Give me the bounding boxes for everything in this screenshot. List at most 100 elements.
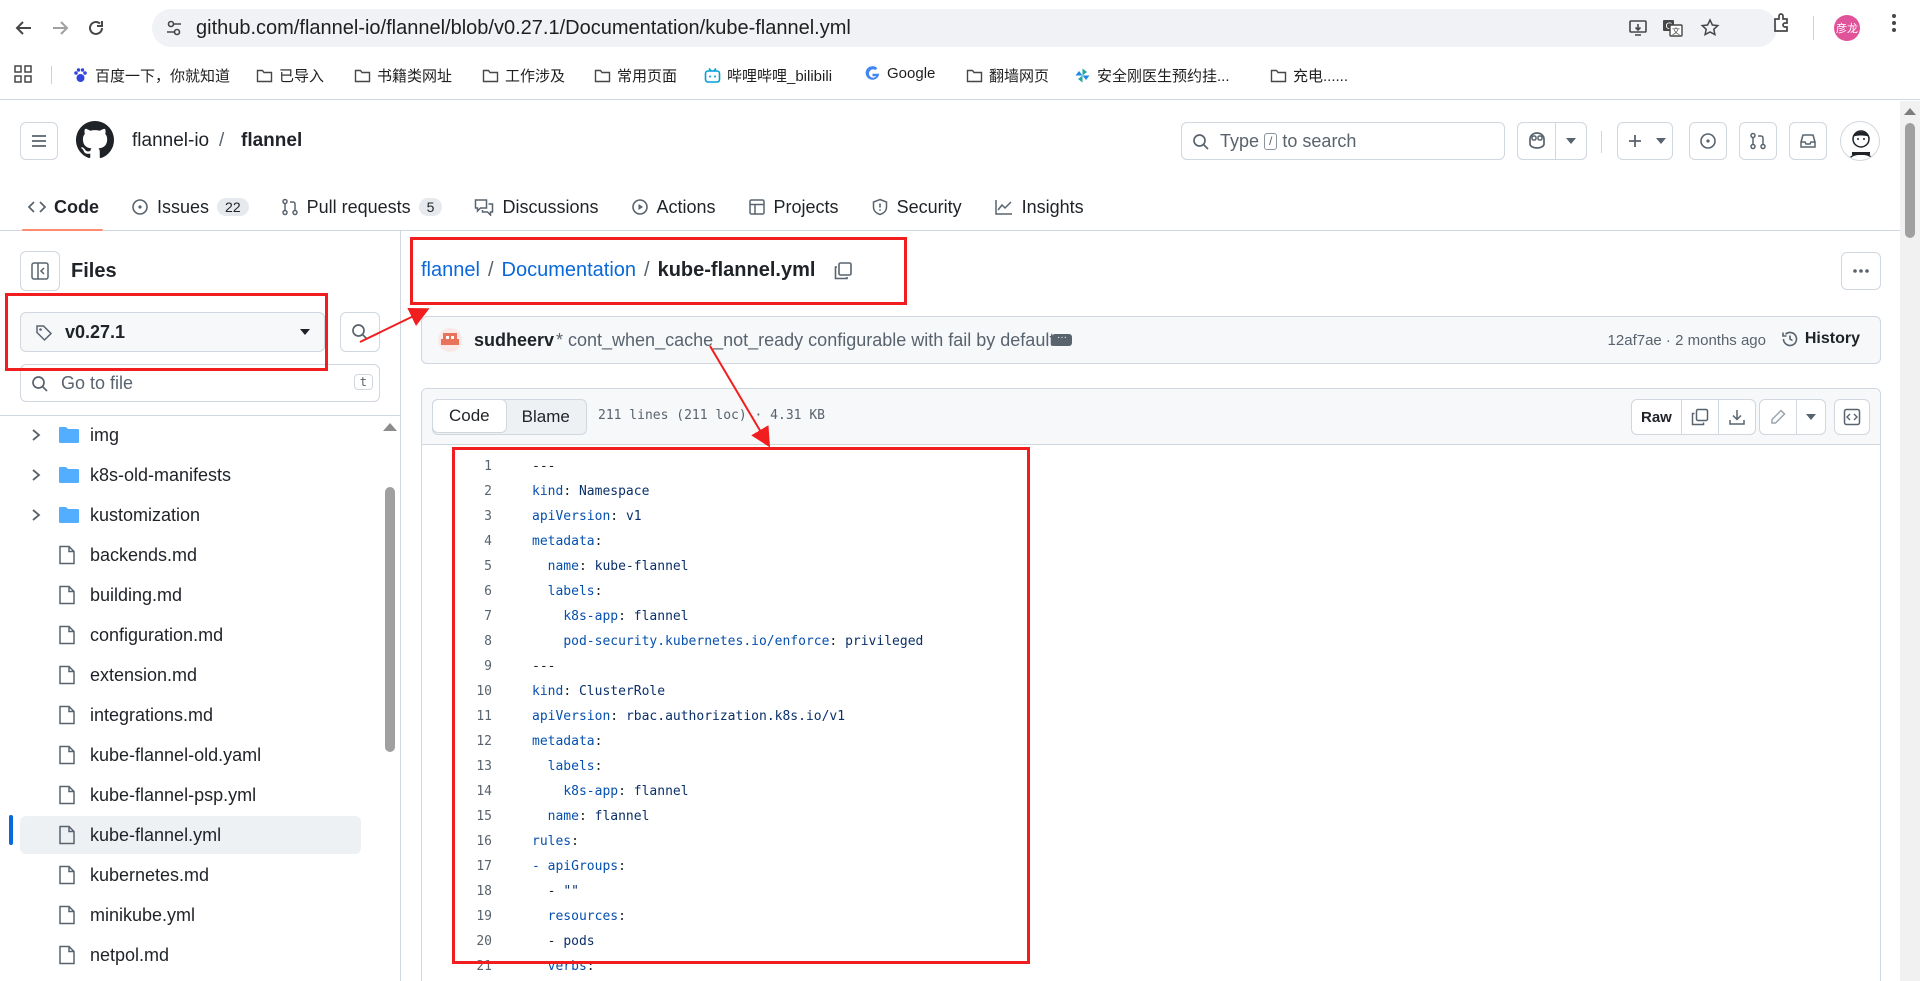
tree-folder-kustomization[interactable]: kustomization [20, 496, 361, 534]
repo-name-link[interactable]: flannel [241, 130, 302, 152]
bookmark-google[interactable]: Google [864, 65, 935, 82]
tree-item-label: kubernetes.md [90, 865, 210, 885]
files-panel-title: Files [71, 260, 117, 282]
folder-icon [59, 427, 79, 443]
repo-tabs: Code Issues 22 Pull requests 5 Discussio… [22, 187, 1116, 231]
file-icon [59, 865, 75, 885]
tab-projects[interactable]: Projects [748, 187, 851, 227]
chevron-down-icon[interactable] [1556, 138, 1586, 144]
file-icon [59, 665, 75, 685]
toolbar-divider [1813, 16, 1814, 40]
bookmark-hospital[interactable]: 安全刚医生预约挂... [1074, 65, 1230, 86]
file-icon [59, 745, 75, 765]
tree-file-kube-flannel[interactable]: kube-flannel.yml [20, 816, 361, 854]
tree-file-backends[interactable]: backends.md [20, 536, 361, 574]
page-scrollbar-thumb[interactable] [1905, 123, 1915, 238]
bookmark-folder-charge[interactable]: 充电...... [1270, 65, 1348, 86]
tree-item-label: netpol.md [90, 945, 170, 965]
tree-item-label: k8s-old-manifests [90, 465, 232, 485]
copy-raw-icon[interactable] [1682, 400, 1719, 434]
code-view-tab[interactable]: Code [432, 399, 507, 433]
tree-file-configuration[interactable]: configuration.md [20, 616, 361, 654]
commit-author-avatar[interactable] [438, 328, 462, 352]
folder-icon [59, 467, 79, 483]
tree-search-icon[interactable] [340, 312, 380, 352]
scroll-up-arrow[interactable] [1904, 108, 1916, 115]
raw-button[interactable]: Raw [1632, 400, 1682, 434]
translate-icon[interactable]: G文 [1662, 18, 1684, 38]
bookmark-folder-common[interactable]: 常用页面 [594, 65, 677, 86]
commit-message-link[interactable]: * cont_when_cache_not_ready configurable… [556, 330, 1054, 351]
tree-file-extension[interactable]: extension.md [20, 656, 361, 694]
pencil-edit-icon[interactable] [1760, 400, 1797, 434]
reload-icon[interactable] [80, 12, 112, 44]
more-options-icon[interactable] [1841, 252, 1881, 290]
tree-folder-img[interactable]: img [20, 416, 361, 454]
file-icon [59, 545, 75, 565]
folder-icon [594, 69, 611, 83]
tab-discussions[interactable]: Discussions [474, 187, 610, 227]
pull-requests-shortcut-icon[interactable] [1739, 122, 1777, 160]
copilot-button-group[interactable] [1517, 122, 1587, 160]
tab-code[interactable]: Code [22, 187, 111, 231]
active-file-indicator [9, 815, 13, 845]
install-app-icon[interactable] [1628, 18, 1648, 38]
tree-file-kube-flannel-old[interactable]: kube-flannel-old.yaml [20, 736, 361, 774]
tree-file-netpol[interactable]: netpol.md [20, 936, 361, 974]
browser-menu-icon[interactable] [1884, 12, 1904, 34]
copilot-icon[interactable] [1518, 131, 1555, 151]
github-search-input[interactable]: Type / to search [1181, 122, 1505, 160]
commit-author-link[interactable]: sudheerv [474, 330, 554, 351]
tree-file-building[interactable]: building.md [20, 576, 361, 614]
tab-pull-requests[interactable]: Pull requests 5 [281, 187, 455, 227]
hamburger-menu-icon[interactable] [20, 122, 58, 160]
tab-actions[interactable]: Actions [631, 187, 728, 227]
sidebar-collapse-icon[interactable] [20, 251, 60, 291]
bookmark-star-icon[interactable] [1700, 18, 1720, 38]
tab-issues[interactable]: Issues 22 [131, 187, 261, 227]
github-logo-icon[interactable] [76, 121, 114, 159]
bookmark-folder-proxy[interactable]: 翻墙网页 [966, 65, 1049, 86]
blame-view-tab[interactable]: Blame [506, 400, 586, 434]
tree-file-minikube[interactable]: minikube.yml [20, 896, 361, 934]
github-header: flannel-io / flannel Type / to search Co… [0, 101, 1900, 231]
tree-item-label: kube-flannel-old.yaml [90, 745, 262, 765]
tree-file-kube-flannel-psp[interactable]: kube-flannel-psp.yml [20, 776, 361, 814]
site-settings-icon[interactable] [164, 18, 184, 38]
tree-folder-k8s-old-manifests[interactable]: k8s-old-manifests [20, 456, 361, 494]
history-button[interactable]: History [1781, 330, 1860, 348]
create-new-button[interactable] [1617, 122, 1673, 160]
tab-security[interactable]: Security [871, 187, 974, 227]
tree-scroll-up-arrow[interactable] [383, 423, 397, 431]
tree-file-kubernetes[interactable]: kubernetes.md [20, 856, 361, 894]
profile-avatar[interactable]: 彦龙 [1834, 15, 1860, 41]
repo-owner-link[interactable]: flannel-io [132, 130, 209, 152]
bookmark-folder-imported[interactable]: 已导入 [256, 65, 324, 86]
tree-file-integrations[interactable]: integrations.md [20, 696, 361, 734]
bookmark-folder-work[interactable]: 工作涉及 [482, 65, 565, 86]
symbols-panel-icon[interactable] [1834, 399, 1870, 435]
back-icon[interactable] [8, 12, 40, 44]
forward-icon[interactable] [44, 12, 76, 44]
file-stats: 211 lines (211 loc) · 4.31 KB [598, 408, 825, 423]
bookmark-baidu[interactable]: 百度一下，你就知道 [72, 65, 230, 86]
commit-sha-time[interactable]: 12af7ae · 2 months ago [1608, 332, 1766, 349]
plus-icon [1618, 133, 1652, 149]
issues-shortcut-icon[interactable] [1689, 122, 1727, 160]
expand-commit-message-icon[interactable]: ··· [1052, 333, 1072, 346]
address-bar[interactable]: github.com/flannel-io/flannel/blob/v0.27… [152, 9, 1777, 47]
edit-button-group [1759, 399, 1826, 435]
user-avatar[interactable] [1840, 121, 1880, 161]
chevron-down-icon[interactable] [1797, 400, 1825, 434]
tree-scrollbar-thumb[interactable] [385, 487, 395, 752]
file-icon [59, 905, 75, 925]
bookmark-folder-books[interactable]: 书籍类网址 [354, 65, 452, 86]
bookmark-bilibili[interactable]: 哔哩哔哩_bilibili [704, 65, 832, 86]
tab-insights[interactable]: Insights [994, 187, 1096, 227]
download-icon[interactable] [1719, 400, 1755, 434]
folder-icon [482, 69, 499, 83]
apps-grid-icon[interactable] [14, 65, 32, 83]
inbox-icon[interactable] [1789, 122, 1827, 160]
page-scrollbar[interactable] [1900, 101, 1920, 981]
extensions-icon[interactable] [1771, 12, 1793, 34]
